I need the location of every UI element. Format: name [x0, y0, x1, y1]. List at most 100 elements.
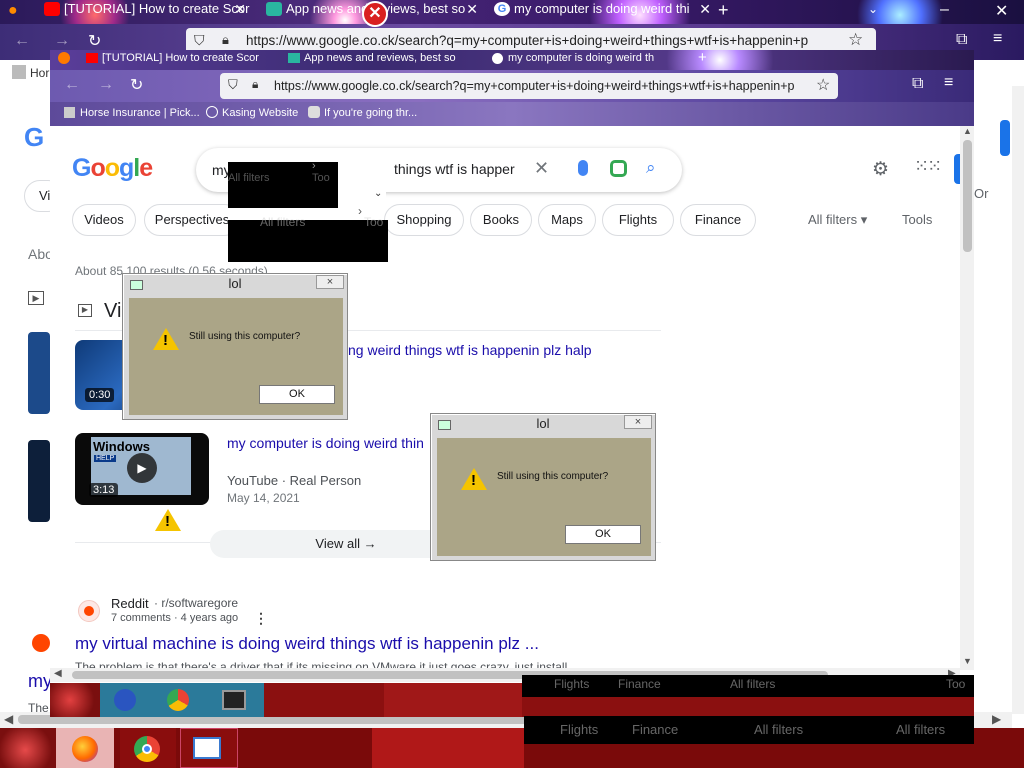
forward-icon[interactable]: →: [98, 76, 114, 94]
extensions-icon[interactable]: ⧉: [912, 75, 923, 93]
youtube-icon: [86, 53, 98, 63]
taskbar-firefox-icon[interactable]: [100, 683, 152, 717]
settings-gear-icon[interactable]: ⚙: [872, 158, 889, 181]
video-icon: ▶: [28, 291, 44, 305]
apps-grid-icon[interactable]: ⁙⁙: [914, 156, 942, 177]
tab-close-icon[interactable]: ✕: [234, 0, 246, 18]
google-logo[interactable]: Google: [72, 154, 153, 183]
shield-icon: ⛉: [194, 32, 205, 48]
taskbar-chrome-icon[interactable]: [152, 683, 204, 717]
dialog-ok-button[interactable]: OK: [565, 525, 641, 544]
scroll-down-icon[interactable]: ▼: [963, 656, 972, 666]
reload-icon[interactable]: ↻: [88, 31, 101, 51]
search-icon[interactable]: ⌕: [646, 158, 656, 178]
dialog-body: Still using this computer? OK: [129, 298, 343, 415]
glitch-gap: ›: [312, 160, 372, 212]
video-result-1-title[interactable]: ng weird things wtf is happenin plz halp: [348, 342, 592, 358]
outer-tab-tutorial[interactable]: [TUTORIAL] How to create Scor ✕: [40, 0, 250, 22]
google-icon: G: [494, 2, 510, 16]
filter-finance[interactable]: Finance: [680, 204, 756, 236]
scroll-left-icon[interactable]: ◀: [4, 712, 13, 726]
new-tab-button[interactable]: +: [718, 0, 729, 21]
filter-shopping[interactable]: Shopping: [384, 204, 464, 236]
scroll-left-icon[interactable]: ◀: [54, 668, 62, 679]
forward-icon[interactable]: →: [54, 32, 70, 50]
bookmark-icon: [12, 65, 26, 79]
back-icon[interactable]: ←: [14, 32, 30, 50]
inner-vscroll-thumb[interactable]: [963, 140, 972, 252]
scroll-up-icon[interactable]: ▲: [963, 126, 972, 136]
warning-icon: [153, 328, 179, 350]
inner-tab-google-active[interactable]: my computer is doing weird th: [490, 50, 670, 70]
reload-icon[interactable]: ↻: [130, 75, 143, 95]
warning-icon: [155, 509, 181, 531]
bookmark-star-icon[interactable]: ☆: [848, 30, 863, 50]
firefox-icon[interactable]: [58, 52, 70, 64]
play-icon[interactable]: ▶: [127, 453, 157, 483]
youtube-icon: [44, 2, 60, 16]
dialog-title[interactable]: lol: [123, 274, 347, 294]
glitch-scroll: ⌄: [372, 162, 386, 206]
glitch-box: All filters Too: [228, 162, 338, 212]
scroll-right-icon[interactable]: ▶: [992, 712, 1001, 726]
inner-vscroll[interactable]: ▲ ▼: [960, 126, 974, 670]
clear-icon[interactable]: ✕: [534, 158, 549, 179]
menu-icon[interactable]: ≡: [944, 74, 953, 92]
all-filters-button[interactable]: All filters ▾: [808, 212, 867, 228]
taskbar-app-icon[interactable]: [204, 683, 264, 717]
reddit-result-title[interactable]: my virtual machine is doing weird things…: [75, 634, 539, 654]
tools-button[interactable]: Tools: [902, 212, 932, 227]
taskbar-app-icon[interactable]: [180, 728, 238, 768]
extensions-icon[interactable]: ⧉: [956, 31, 967, 49]
glitch-chevron-icon: ›: [358, 204, 362, 218]
app-icon: [288, 53, 300, 63]
dialog-title[interactable]: lol: [431, 414, 655, 434]
glitch-box: All filters Too: [228, 215, 388, 262]
bookmark-star-icon[interactable]: ☆: [816, 75, 830, 95]
video-section-icon: ▶: [78, 304, 92, 317]
outer-page-left: G Vi Abo ▶ my The: [0, 86, 64, 728]
taskbar-firefox-icon[interactable]: [56, 728, 114, 768]
video-result-2-title[interactable]: my computer is doing weird thin: [227, 435, 424, 451]
dialog-close-button[interactable]: ×: [624, 415, 652, 429]
video-source: YouTube · Real Person: [227, 473, 362, 488]
tab-list-chevron-icon[interactable]: ⌄: [868, 2, 878, 16]
signin-button-fragment[interactable]: [1000, 120, 1010, 156]
glitch-chevron-icon: ›: [312, 160, 316, 172]
video-thumbnail-2[interactable]: Windows HELP ▶ 3:13: [75, 433, 209, 505]
inner-tab-bar: [TUTORIAL] How to create Scor App news a…: [50, 50, 974, 70]
shield-icon: ⛉: [228, 77, 238, 92]
lens-icon[interactable]: [610, 160, 627, 177]
filter-flights[interactable]: Flights: [602, 204, 674, 236]
error-cursor-icon: ✕: [362, 1, 388, 27]
tab-close-icon[interactable]: ✕: [699, 0, 711, 18]
window-close-icon[interactable]: ✕: [995, 1, 1008, 21]
inner-tab-tutorial[interactable]: [TUTORIAL] How to create Scor: [84, 50, 262, 70]
google-icon: [492, 53, 503, 64]
dialog-ok-button[interactable]: OK: [259, 385, 335, 404]
outer-thumb-1: [28, 332, 50, 414]
start-ornament-icon[interactable]: [0, 728, 56, 768]
filter-books[interactable]: Books: [470, 204, 532, 236]
outer-vscroll[interactable]: [1012, 86, 1024, 714]
tab-close-icon[interactable]: ✕: [466, 0, 478, 18]
outer-tab-google-active[interactable]: G my computer is doing weird thi ✕: [490, 0, 715, 22]
more-options-icon[interactable]: ⋮: [254, 610, 268, 627]
inner-tab-appnews[interactable]: App news and reviews, best so: [286, 50, 464, 70]
menu-icon[interactable]: ≡: [993, 30, 1002, 48]
minimize-icon[interactable]: –: [940, 1, 949, 19]
dialog-lol-1: lol × Still using this computer? OK: [122, 273, 348, 420]
microphone-icon[interactable]: [578, 160, 588, 176]
back-icon[interactable]: ←: [64, 76, 80, 94]
warning-icon: [461, 468, 487, 490]
taskbar-chrome-icon[interactable]: [120, 728, 176, 768]
filter-maps[interactable]: Maps: [538, 204, 596, 236]
dialog-close-button[interactable]: ×: [316, 275, 344, 289]
reddit-site-name[interactable]: Reddit: [111, 596, 149, 611]
inner-url-bar[interactable]: ⛉ 🔒︎ https://www.google.co.ck/search?q=m…: [220, 73, 838, 99]
filter-perspectives[interactable]: Perspectives: [144, 204, 240, 236]
filter-videos[interactable]: Videos: [72, 204, 136, 236]
firefox-menu-icon[interactable]: ●: [8, 2, 18, 20]
start-ornament-icon[interactable]: [50, 683, 100, 717]
inner-new-tab-button[interactable]: +: [698, 50, 707, 66]
